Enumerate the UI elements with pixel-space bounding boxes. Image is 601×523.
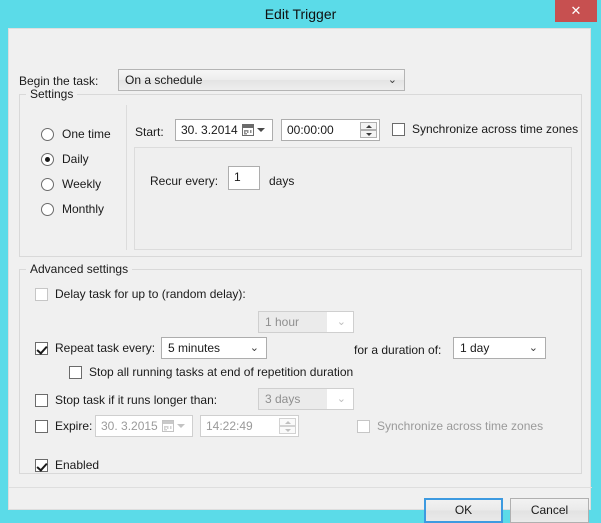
checkbox-mark-icon [35, 288, 48, 301]
recur-value-field[interactable]: 1 [228, 166, 260, 190]
checkbox-expire[interactable]: Expire: [35, 419, 95, 435]
radio-mark-icon [41, 178, 54, 191]
start-date-field[interactable]: 30. 3.2014 [175, 119, 273, 141]
advanced-group-title: Advanced settings [26, 263, 133, 276]
expire-sync-label: Synchronize across time zones [377, 419, 544, 433]
stop-longer-value: 3 days [265, 392, 301, 406]
start-time-value: 00:00:00 [287, 123, 334, 137]
radio-mark-icon [41, 128, 54, 141]
duration-value: 1 day [460, 341, 490, 355]
delay-duration-value: 1 hour [265, 315, 300, 329]
stop-longer-combo: 3 days ⌄ [258, 388, 354, 410]
checkbox-mark-icon [69, 366, 82, 379]
chevron-down-icon: ⌄ [387, 74, 397, 86]
spinner-up-icon[interactable] [360, 122, 377, 130]
expire-date-value: 30. 3.2015 [101, 419, 158, 433]
repeat-task-label: Repeat task every: [55, 341, 156, 355]
settings-divider [126, 105, 127, 250]
radio-daily-label: Daily [62, 152, 89, 166]
checkbox-expire-sync-timezones: Synchronize across time zones [357, 419, 557, 435]
chevron-down-icon: ⌄ [249, 342, 259, 354]
spinner-down-icon[interactable] [360, 130, 377, 138]
stop-longer-label: Stop task if it runs longer than: [55, 393, 218, 407]
repeat-interval-combo[interactable]: 5 minutes ⌄ [161, 337, 267, 359]
checkbox-mark-icon [35, 459, 48, 472]
expire-label: Expire: [55, 419, 93, 433]
chevron-down-icon [177, 424, 185, 428]
radio-weekly[interactable]: Weekly [41, 177, 121, 193]
radio-one-time-label: One time [62, 127, 111, 141]
expire-date-field: 30. 3.2015 [95, 415, 193, 437]
checkbox-delay-task[interactable]: Delay task for up to (random delay): [35, 287, 250, 303]
recur-unit-label: days [269, 174, 295, 188]
radio-monthly[interactable]: Monthly [41, 202, 121, 218]
begin-task-value: On a schedule [125, 73, 203, 87]
chevron-down-icon: ⌄ [336, 393, 346, 405]
duration-label: for a duration of: [354, 343, 442, 357]
duration-combo[interactable]: 1 day ⌄ [453, 337, 546, 359]
start-label: Start: [135, 125, 164, 139]
radio-mark-icon [41, 153, 54, 166]
start-date-value: 30. 3.2014 [181, 123, 238, 137]
ok-button[interactable]: OK [424, 498, 503, 523]
radio-one-time[interactable]: One time [41, 127, 121, 143]
start-time-field[interactable]: 00:00:00 [281, 119, 380, 141]
expire-time-value: 14:22:49 [206, 419, 253, 433]
enabled-label: Enabled [55, 458, 100, 472]
delay-task-label: Delay task for up to (random delay): [55, 287, 246, 301]
checkbox-mark-icon [35, 394, 48, 407]
calendar-icon [162, 419, 188, 434]
calendar-glyph [162, 420, 174, 432]
checkbox-stop-all-tasks[interactable]: Stop all running tasks at end of repetit… [69, 365, 369, 381]
begin-task-label: Begin the task: [19, 74, 99, 88]
radio-weekly-label: Weekly [62, 177, 102, 191]
checkbox-repeat-task[interactable]: Repeat task every: [35, 341, 160, 357]
expire-time-spinner [279, 418, 296, 434]
calendar-glyph [242, 124, 254, 136]
radio-daily[interactable]: Daily [41, 152, 121, 168]
chevron-down-icon [257, 128, 265, 132]
title-bar: Edit Trigger ✕ [0, 0, 601, 28]
radio-monthly-label: Monthly [62, 202, 105, 216]
calendar-icon[interactable] [242, 123, 268, 138]
checkbox-mark-icon [35, 420, 48, 433]
checkbox-mark-icon [392, 123, 405, 136]
radio-mark-icon [41, 203, 54, 216]
spinner-down-icon [279, 426, 296, 434]
chevron-down-icon: ⌄ [528, 342, 538, 354]
checkbox-enabled[interactable]: Enabled [35, 458, 125, 474]
checkbox-sync-timezones[interactable]: Synchronize across time zones [392, 122, 582, 138]
settings-group-title: Settings [26, 88, 78, 101]
close-icon[interactable]: ✕ [555, 0, 597, 22]
start-time-spinner[interactable] [360, 122, 377, 138]
stop-all-tasks-label: Stop all running tasks at end of repetit… [89, 365, 354, 379]
recur-label: Recur every: [150, 174, 219, 188]
chevron-down-icon: ⌄ [336, 316, 346, 328]
spinner-up-icon [279, 418, 296, 426]
repeat-interval-value: 5 minutes [168, 341, 221, 355]
recur-panel [134, 147, 572, 250]
checkbox-mark-icon [35, 342, 48, 355]
footer-separator [9, 487, 592, 488]
sync-timezones-label: Synchronize across time zones [412, 122, 579, 136]
delay-duration-combo: 1 hour ⌄ [258, 311, 354, 333]
window-title: Edit Trigger [264, 6, 337, 22]
expire-time-field: 14:22:49 [200, 415, 299, 437]
begin-task-combo[interactable]: On a schedule ⌄ [118, 69, 405, 91]
checkbox-mark-icon [357, 420, 370, 433]
checkbox-stop-longer-than[interactable]: Stop task if it runs longer than: [35, 393, 235, 409]
edit-trigger-dialog: Begin the task: On a schedule ⌄ Settings… [8, 28, 592, 523]
recur-value: 1 [234, 170, 241, 184]
cancel-button[interactable]: Cancel [510, 498, 589, 523]
